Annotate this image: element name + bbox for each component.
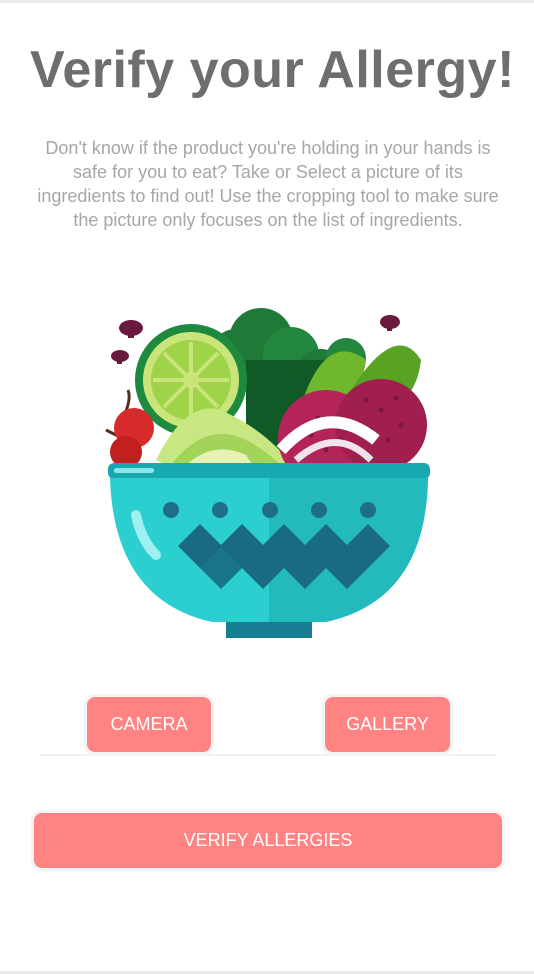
top-divider <box>0 0 534 3</box>
salad-bowl-illustration <box>96 300 440 645</box>
verify-allergies-button[interactable]: VERIFY ALLERGIES <box>34 813 502 868</box>
page-description: Don't know if the product you're holding… <box>37 138 499 230</box>
page-title: Verify your Allergy! <box>30 41 515 99</box>
gallery-button[interactable]: GALLERY <box>325 697 450 752</box>
camera-button[interactable]: CAMERA <box>87 697 211 752</box>
section-divider <box>40 754 496 756</box>
